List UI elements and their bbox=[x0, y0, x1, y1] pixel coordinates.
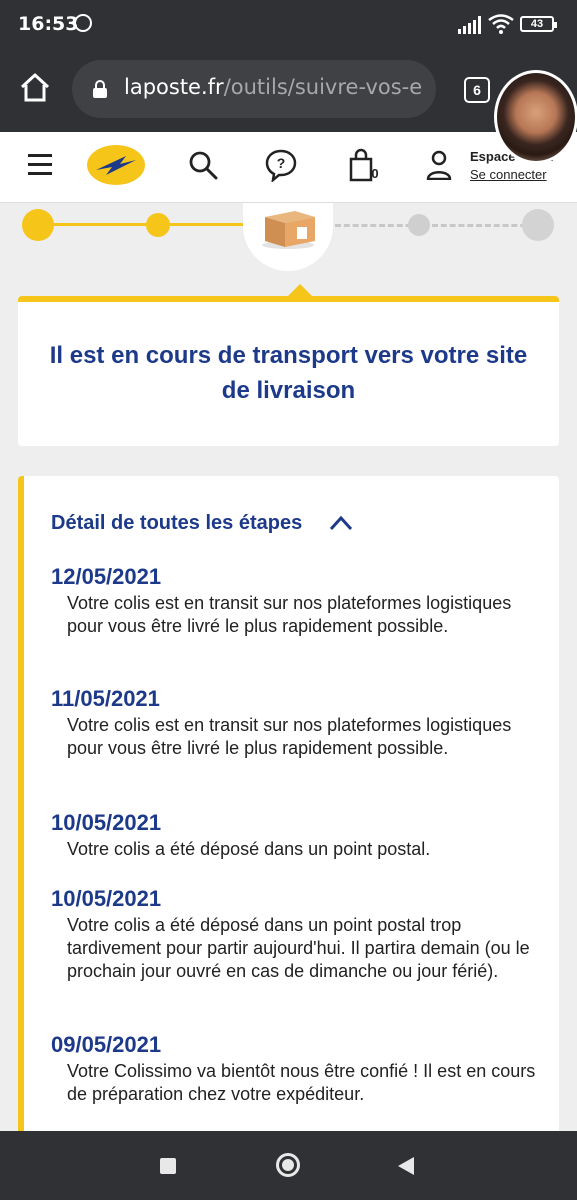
recents-button[interactable] bbox=[160, 1158, 176, 1174]
chevron-up-icon[interactable] bbox=[328, 514, 354, 532]
browser-toolbar: laposte.fr/outils/suivre-vos-e 6 bbox=[0, 48, 577, 132]
step-dot-pending bbox=[408, 214, 430, 236]
connect-link[interactable]: Se connecter bbox=[470, 167, 547, 182]
wifi-icon bbox=[488, 14, 514, 34]
status-time: 16:53 bbox=[18, 13, 79, 35]
step-dot-done bbox=[22, 209, 54, 241]
status-card: Il est en cours de transport vers votre … bbox=[18, 284, 559, 446]
step-text: Votre Colissimo va bientôt nous être con… bbox=[67, 1061, 536, 1104]
progress-line-done bbox=[158, 223, 248, 226]
details-toggle[interactable]: Détail de toutes les étapes bbox=[51, 512, 302, 535]
tracking-step: 10/05/2021 Votre colis a été déposé dans… bbox=[51, 810, 551, 861]
step-dot-done bbox=[146, 213, 170, 237]
tracking-step: 10/05/2021 Votre colis a été déposé dans… bbox=[51, 886, 551, 983]
cart-icon[interactable]: 0 bbox=[346, 147, 380, 183]
url-domain: laposte.fr bbox=[124, 75, 224, 99]
url-text: laposte.fr/outils/suivre-vos-e bbox=[124, 75, 424, 99]
help-icon[interactable]: ? bbox=[264, 148, 298, 182]
lock-icon bbox=[93, 80, 107, 98]
step-dot-pending bbox=[522, 209, 554, 241]
step-text: Votre colis a été déposé dans un point p… bbox=[67, 915, 530, 981]
battery-icon: 43 bbox=[520, 16, 557, 32]
tracking-step: 12/05/2021 Votre colis est en transit su… bbox=[51, 564, 551, 638]
search-icon[interactable] bbox=[188, 150, 218, 180]
menu-icon[interactable] bbox=[28, 154, 52, 176]
home-icon[interactable] bbox=[18, 70, 52, 104]
status-card-notch bbox=[288, 284, 312, 296]
step-text: Votre colis a été déposé dans un point p… bbox=[67, 839, 431, 859]
step-date: 09/05/2021 bbox=[51, 1032, 162, 1057]
signal-icon bbox=[458, 16, 481, 34]
step-text: Votre colis est en transit sur nos plate… bbox=[67, 593, 512, 636]
back-button[interactable] bbox=[398, 1157, 414, 1175]
progress-line-pending bbox=[335, 224, 535, 227]
status-bar: 16:53 43 bbox=[0, 0, 577, 48]
address-bar[interactable]: laposte.fr/outils/suivre-vos-e bbox=[72, 60, 436, 118]
tab-switcher-button[interactable]: 6 bbox=[464, 77, 490, 103]
svg-text:?: ? bbox=[277, 155, 286, 171]
system-nav-bar bbox=[0, 1131, 577, 1200]
details-card: Détail de toutes les étapes 12/05/2021 V… bbox=[18, 476, 559, 1136]
tracking-step: 09/05/2021 Votre Colissimo va bientôt no… bbox=[51, 1032, 551, 1106]
step-date: 12/05/2021 bbox=[51, 564, 162, 589]
site-header: ? 0 Espace client Se connecter bbox=[0, 132, 577, 203]
package-icon bbox=[262, 211, 315, 249]
cart-count: 0 bbox=[371, 166, 378, 181]
messenger-icon bbox=[74, 14, 92, 32]
la-poste-logo[interactable] bbox=[86, 142, 146, 188]
step-date: 10/05/2021 bbox=[51, 810, 162, 835]
tracking-step: 11/05/2021 Votre colis est en transit su… bbox=[51, 686, 551, 760]
status-title: Il est en cours de transport vers votre … bbox=[49, 342, 528, 404]
tracking-progress bbox=[0, 203, 577, 283]
url-path: /outils/suivre-vos-e bbox=[223, 75, 423, 99]
home-button[interactable] bbox=[276, 1153, 300, 1177]
current-step-badge bbox=[243, 203, 333, 271]
user-icon[interactable] bbox=[426, 150, 452, 180]
progress-line-done bbox=[38, 223, 158, 226]
step-text: Votre colis est en transit sur nos plate… bbox=[67, 715, 512, 758]
profile-avatar[interactable] bbox=[494, 70, 577, 164]
step-date: 10/05/2021 bbox=[51, 886, 162, 911]
step-date: 11/05/2021 bbox=[51, 686, 160, 711]
